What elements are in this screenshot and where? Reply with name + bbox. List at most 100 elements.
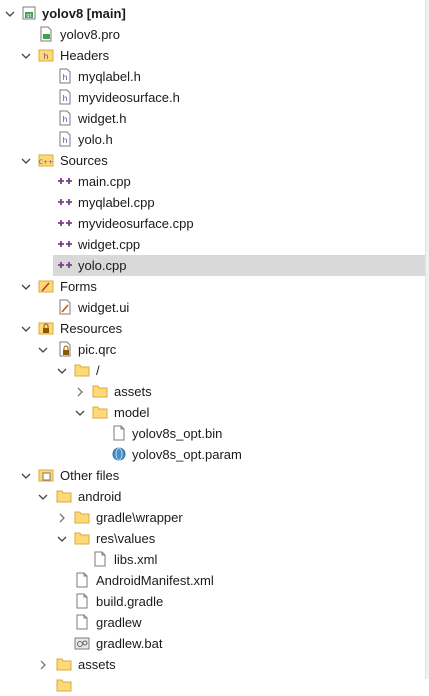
chevron-down-icon[interactable]: [56, 365, 68, 377]
tree-row-other-files[interactable]: Other files: [0, 465, 426, 486]
tree-row-project[interactable]: qt yolov8 [main]: [0, 3, 426, 24]
file-label: main.cpp: [78, 174, 131, 189]
file-label: build.gradle: [96, 594, 164, 609]
tree-row-file-manifest[interactable]: AndroidManifest.xml: [0, 570, 426, 591]
tree-row-prefix-root[interactable]: /: [0, 360, 426, 381]
pro-file-icon: [40, 26, 52, 42]
chevron-down-icon[interactable]: [4, 8, 16, 20]
tree-row-source-file[interactable]: widget.cpp: [0, 234, 426, 255]
tree-row-folder-assets[interactable]: assets: [0, 381, 426, 402]
qt-project-icon: qt: [22, 6, 36, 20]
header-file-icon: h: [59, 110, 71, 126]
chevron-down-icon[interactable]: [37, 344, 49, 356]
file-label: yolov8s_opt.bin: [132, 426, 223, 441]
file-icon: [113, 425, 125, 441]
forms-folder-icon: [38, 280, 54, 293]
batch-file-icon: [74, 637, 90, 650]
tree-row-resources[interactable]: Resources: [0, 318, 426, 339]
folder-icon: [92, 406, 108, 419]
pro-file-label: yolov8.pro: [60, 27, 120, 42]
chevron-down-icon[interactable]: [74, 407, 86, 419]
file-icon: [94, 551, 106, 567]
file-label: yolo.h: [78, 132, 113, 147]
folder-label: res\values: [96, 531, 156, 546]
cpp-file-icon: [58, 241, 72, 247]
tree-row-form-file[interactable]: widget.ui: [0, 297, 426, 318]
tree-row-source-file[interactable]: myqlabel.cpp: [0, 192, 426, 213]
globe-file-icon: [112, 447, 126, 461]
ui-file-icon: [59, 299, 71, 315]
folder-label: android: [78, 489, 122, 504]
tree-row-folder-assets-android[interactable]: assets: [0, 654, 426, 675]
tree-row-folder-gradlewrapper[interactable]: gradle\wrapper: [0, 507, 426, 528]
folder-label: /: [96, 363, 100, 378]
tree-row-file-gradlewbat[interactable]: gradlew.bat: [0, 633, 426, 654]
tree-row-pro-file[interactable]: yolov8.pro: [0, 24, 426, 45]
chevron-down-icon[interactable]: [20, 323, 32, 335]
tree-row-source-file-selected[interactable]: yolo.cpp: [0, 255, 426, 276]
svg-text:C++: C++: [39, 159, 53, 166]
tree-row-qrc-file[interactable]: pic.qrc: [0, 339, 426, 360]
chevron-down-icon[interactable]: [20, 50, 32, 62]
file-label: gradlew: [96, 615, 142, 630]
header-file-icon: h: [59, 68, 71, 84]
svg-text:h: h: [62, 94, 67, 103]
file-label: myqlabel.cpp: [78, 195, 155, 210]
tree-row-file-param[interactable]: yolov8s_opt.param: [0, 444, 426, 465]
forms-label: Forms: [60, 279, 97, 294]
folder-icon: [56, 490, 72, 503]
resources-folder-icon: [38, 322, 54, 335]
tree-row-folder-android[interactable]: android: [0, 486, 426, 507]
sources-folder-icon: C++: [38, 154, 54, 167]
chevron-right-icon[interactable]: [56, 512, 68, 524]
folder-icon: [56, 679, 72, 692]
tree-row-source-file[interactable]: myvideosurface.cpp: [0, 213, 426, 234]
file-label: myqlabel.h: [78, 69, 141, 84]
tree-row-file-buildgradle[interactable]: build.gradle: [0, 591, 426, 612]
tree-row-file-bin[interactable]: yolov8s_opt.bin: [0, 423, 426, 444]
folder-label: assets: [114, 384, 152, 399]
cpp-file-icon: [58, 220, 72, 226]
cpp-file-icon: [58, 262, 72, 268]
chevron-down-icon[interactable]: [20, 281, 32, 293]
other-files-label: Other files: [60, 468, 120, 483]
file-icon: [76, 572, 88, 588]
file-label: pic.qrc: [78, 342, 117, 357]
tree-row-sources[interactable]: C++ Sources: [0, 150, 426, 171]
qrc-file-icon: [59, 341, 71, 357]
folder-label: model: [114, 405, 150, 420]
tree-row-header-file[interactable]: h myvideosurface.h: [0, 87, 426, 108]
chevron-down-icon[interactable]: [37, 491, 49, 503]
tree-row-header-file[interactable]: h myqlabel.h: [0, 66, 426, 87]
project-name: yolov8 [main]: [42, 6, 126, 21]
tree-row-header-file[interactable]: h widget.h: [0, 108, 426, 129]
file-label: widget.h: [78, 111, 127, 126]
chevron-right-icon[interactable]: [74, 386, 86, 398]
headers-label: Headers: [60, 48, 110, 63]
headers-folder-icon: h: [38, 49, 54, 62]
tree-row-folder-model[interactable]: model: [0, 402, 426, 423]
cpp-file-icon: [58, 178, 72, 184]
tree-row-folder-resvalues[interactable]: res\values: [0, 528, 426, 549]
chevron-down-icon[interactable]: [20, 470, 32, 482]
tree-row-file-gradlew[interactable]: gradlew: [0, 612, 426, 633]
file-label: AndroidManifest.xml: [96, 573, 214, 588]
file-icon: [76, 614, 88, 630]
resources-label: Resources: [60, 321, 123, 336]
chevron-down-icon[interactable]: [20, 155, 32, 167]
other-files-folder-icon: [38, 469, 54, 482]
file-label: myvideosurface.h: [78, 90, 180, 105]
file-label: myvideosurface.cpp: [78, 216, 194, 231]
tree-row-forms[interactable]: Forms: [0, 276, 426, 297]
folder-label: gradle\wrapper: [96, 510, 183, 525]
cpp-file-icon: [58, 199, 72, 205]
svg-text:h: h: [62, 115, 67, 124]
chevron-down-icon[interactable]: [56, 533, 68, 545]
tree-row-file-libsxml[interactable]: libs.xml: [0, 549, 426, 570]
tree-row-header-file[interactable]: h yolo.h: [0, 129, 426, 150]
project-tree: qt yolov8 [main] yolov8.pro h Headers h …: [0, 0, 426, 692]
chevron-right-icon[interactable]: [37, 659, 49, 671]
vertical-scrollbar[interactable]: [425, 0, 429, 679]
tree-row-headers[interactable]: h Headers: [0, 45, 426, 66]
tree-row-source-file[interactable]: main.cpp: [0, 171, 426, 192]
